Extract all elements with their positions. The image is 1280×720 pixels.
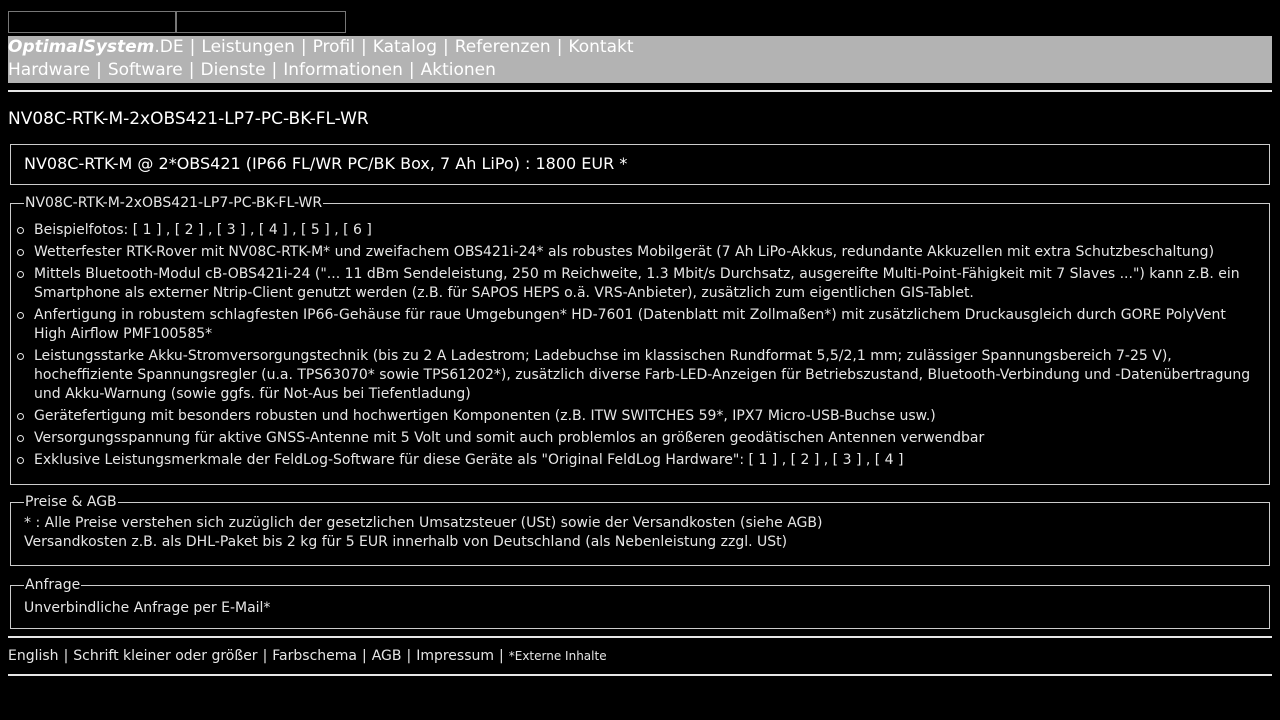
feature-item: Gerätefertigung mit besonders robusten u…: [17, 407, 1256, 426]
nav-aktionen[interactable]: Aktionen: [421, 60, 496, 80]
prices-legend: Preise & AGB: [25, 494, 117, 510]
nav-informationen[interactable]: Informationen: [283, 60, 403, 80]
feature-item-feldlog[interactable]: Exklusive Leistungsmerkmale der FeldLog-…: [17, 451, 1256, 470]
nav-separator: |: [271, 60, 278, 80]
nav-separator: |: [96, 60, 102, 80]
brand-suffix: .DE: [154, 37, 184, 57]
search-input[interactable]: [8, 11, 176, 33]
top-input-row: [8, 11, 346, 35]
product-details-legend: NV08C-RTK-M-2xOBS421-LP7-PC-BK-FL-WR: [25, 195, 323, 211]
nav-profil[interactable]: Profil: [313, 37, 355, 57]
product-details-fieldset: NV08C-RTK-M-2xOBS421-LP7-PC-BK-FL-WR Bei…: [10, 195, 1270, 485]
divider-top: [8, 90, 1272, 92]
footer-separator: |: [262, 648, 268, 664]
nav-separator: |: [408, 60, 415, 80]
nav-separator: |: [189, 37, 196, 57]
vat-note: * : Alle Preise verstehen sich zuzüglich…: [24, 515, 823, 531]
nav-katalog[interactable]: Katalog: [373, 37, 437, 57]
product-price-box: NV08C-RTK-M @ 2*OBS421 (IP66 FL/WR PC/BK…: [10, 144, 1270, 185]
nav-referenzen[interactable]: Referenzen: [455, 37, 551, 57]
footer-separator: |: [361, 648, 367, 664]
feature-item: Wetterfester RTK-Rover mit NV08C-RTK-M* …: [17, 243, 1256, 262]
feature-list: Beispielfotos: [ 1 ] , [ 2 ] , [ 3 ] , […: [17, 221, 1256, 470]
nav-row-secondary: Hardware | Software | Dienste | Informationen |…: [8, 59, 1272, 82]
nav-software[interactable]: Software: [108, 60, 183, 80]
nav-separator: |: [360, 37, 367, 57]
footer-link-impressum[interactable]: Impressum: [416, 648, 494, 664]
divider-footer-bottom: [8, 674, 1272, 676]
nav-leistungen[interactable]: Leistungen: [201, 37, 294, 57]
nav-separator: |: [442, 37, 449, 57]
nav-home-link[interactable]: OptimalSystem.DE: [8, 37, 184, 57]
feature-item: Versorgungsspannung für aktive GNSS-Ante…: [17, 429, 1256, 448]
external-content-note: *Externe Inhalte: [508, 649, 607, 663]
footer-separator: |: [499, 648, 504, 664]
nav-hardware[interactable]: Hardware: [8, 60, 90, 80]
nav-separator: |: [556, 37, 563, 57]
nav-separator: |: [188, 60, 195, 80]
divider-footer-top: [8, 636, 1272, 638]
inquiry-fieldset: Anfrage Unverbindliche Anfrage per E-Mai…: [10, 577, 1270, 629]
feature-item: Mittels Bluetooth-Modul cB-OBS421i-24 ("…: [17, 265, 1256, 303]
footer-link-color-scheme[interactable]: Farbschema: [272, 648, 357, 664]
feature-item-photos[interactable]: Beispielfotos: [ 1 ] , [ 2 ] , [ 3 ] , […: [17, 221, 1256, 240]
footer-separator: |: [406, 648, 412, 664]
nav-row-primary: OptimalSystem.DE | Leistungen | Profil | Katal…: [8, 36, 1272, 59]
footer-link-agb[interactable]: AGB: [372, 648, 402, 664]
email-inquiry-link[interactable]: Unverbindliche Anfrage per E-Mail*: [24, 599, 1256, 618]
search-button[interactable]: [176, 11, 346, 33]
brand-name: OptimalSystem: [8, 37, 155, 57]
footer-separator: |: [63, 648, 69, 664]
footer-link-english[interactable]: English: [8, 648, 59, 664]
footer-link-font-size[interactable]: Schrift kleiner oder größer: [73, 648, 257, 664]
feature-item: Anfertigung in robustem schlagfesten IP6…: [17, 306, 1256, 344]
main-navigation: OptimalSystem.DE | Leistungen | Profil | Katal…: [8, 36, 1272, 83]
nav-separator: |: [300, 37, 307, 57]
inquiry-legend: Anfrage: [25, 577, 81, 593]
shipping-note: Versandkosten z.B. als DHL-Paket bis 2 k…: [24, 534, 788, 550]
nav-dienste[interactable]: Dienste: [201, 60, 266, 80]
prices-fieldset: Preise & AGB * : Alle Preise verstehen s…: [10, 494, 1270, 566]
nav-kontakt[interactable]: Kontakt: [568, 37, 633, 57]
feature-item: Leistungsstarke Akku-Stromversorgungstec…: [17, 347, 1256, 404]
page-title: NV08C-RTK-M-2xOBS421-LP7-PC-BK-FL-WR: [8, 109, 369, 129]
footer: English | Schrift kleiner oder größer | Farb…: [8, 648, 607, 664]
